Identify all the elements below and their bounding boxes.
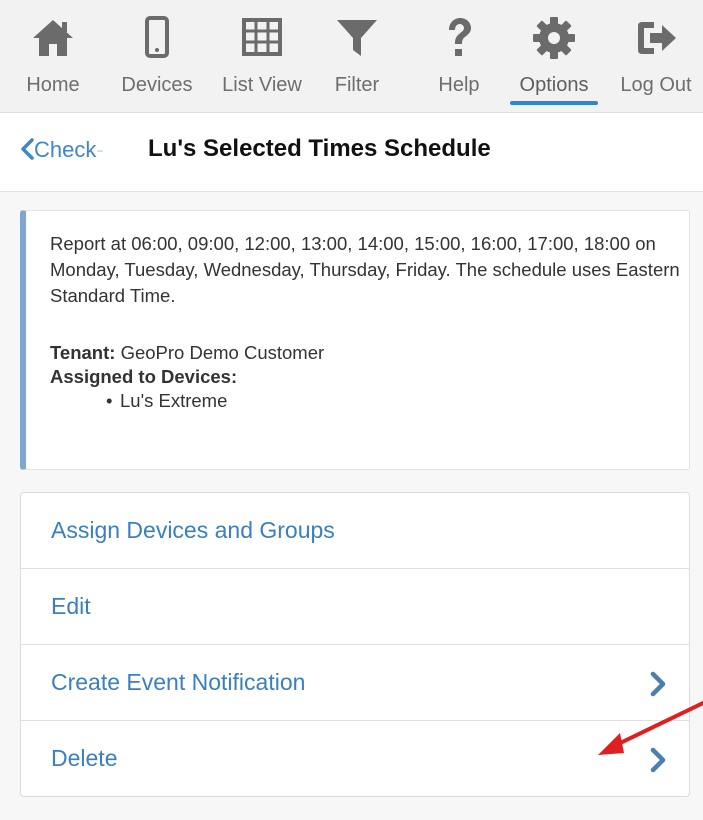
device-name: Lu's Extreme [120, 390, 228, 411]
nav-list-view-label: List View [222, 74, 302, 96]
active-tab-indicator [510, 101, 598, 105]
action-list: Assign Devices and Groups Edit Create Ev… [20, 492, 690, 797]
back-button-trail: - [96, 137, 104, 162]
page-header: Check- Lu's Selected Times Schedule [0, 113, 703, 192]
action-label: Assign Devices and Groups [51, 517, 335, 543]
nav-list-view[interactable]: List View [214, 14, 310, 104]
action-label: Delete [51, 745, 118, 771]
tenant-line: Tenant: GeoPro Demo Customer [50, 341, 324, 365]
nav-filter-label: Filter [334, 74, 380, 96]
nav-devices-label: Devices [121, 74, 193, 96]
top-nav-bar: Home Devices List View Filter Help Optio… [0, 0, 703, 113]
nav-logout-label: Log Out [620, 74, 692, 96]
list-item: • Lu's Extreme [106, 390, 228, 411]
edit-button[interactable]: Edit [21, 569, 689, 645]
nav-devices[interactable]: Devices [112, 14, 202, 104]
assigned-device-list: • Lu's Extreme [106, 389, 227, 413]
page-title: Lu's Selected Times Schedule [148, 135, 491, 162]
nav-logout[interactable]: Log Out [612, 14, 700, 104]
schedule-summary: Report at 06:00, 09:00, 12:00, 13:00, 14… [50, 233, 680, 306]
phone-icon [145, 16, 169, 58]
tenant-label: Tenant: [50, 342, 116, 363]
nav-filter[interactable]: Filter [322, 14, 392, 104]
nav-options[interactable]: Options [508, 14, 600, 104]
create-event-notification-button[interactable]: Create Event Notification [21, 645, 689, 721]
action-label: Create Event Notification [51, 669, 306, 695]
gear-icon [533, 17, 575, 59]
back-button-label: Check [34, 137, 97, 162]
assigned-devices-heading: Assigned to Devices: [50, 366, 238, 387]
nav-help[interactable]: Help [424, 14, 494, 104]
nav-options-label: Options [519, 74, 589, 96]
home-icon [33, 20, 73, 56]
chevron-right-icon [650, 671, 666, 697]
nav-help-label: Help [438, 74, 480, 96]
chevron-left-icon [21, 138, 34, 160]
assign-devices-and-groups-button[interactable]: Assign Devices and Groups [21, 493, 689, 569]
logout-icon [638, 22, 676, 54]
question-icon [449, 18, 471, 56]
delete-button[interactable]: Delete [21, 721, 689, 796]
chevron-right-icon [650, 747, 666, 773]
schedule-info-card: Report at 06:00, 09:00, 12:00, 13:00, 14… [20, 210, 690, 470]
content-area: Report at 06:00, 09:00, 12:00, 13:00, 14… [0, 192, 703, 820]
grid-icon [242, 18, 282, 56]
action-label: Edit [51, 593, 91, 619]
nav-home-label: Home [26, 74, 80, 96]
tenant-value: GeoPro Demo Customer [120, 342, 325, 363]
nav-home[interactable]: Home [18, 14, 88, 104]
back-button[interactable]: Check- [20, 137, 104, 163]
funnel-icon [337, 20, 377, 56]
